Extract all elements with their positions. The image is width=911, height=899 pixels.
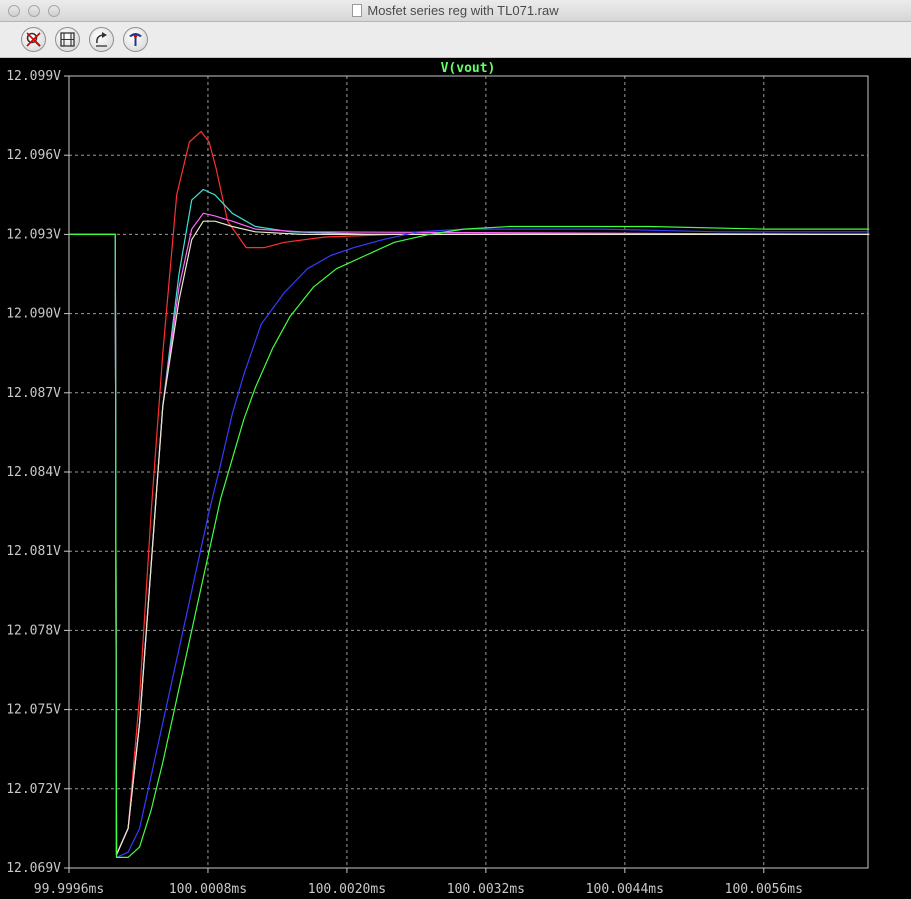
x-tick-label: 100.0032ms bbox=[447, 882, 525, 897]
y-tick-label: 12.093V bbox=[6, 227, 61, 242]
toolbar bbox=[0, 22, 911, 58]
document-icon bbox=[352, 4, 363, 17]
y-tick-label: 12.075V bbox=[6, 703, 61, 718]
undo-zoom-icon bbox=[96, 32, 107, 47]
y-tick-label: 12.099V bbox=[6, 69, 61, 84]
x-tick-label: 100.0056ms bbox=[725, 882, 803, 897]
y-tick-label: 12.087V bbox=[6, 386, 61, 401]
x-tick-label: 100.0044ms bbox=[586, 882, 664, 897]
probe-button[interactable] bbox=[123, 27, 148, 52]
window-title: Mosfet series reg with TL071.raw bbox=[0, 3, 911, 18]
x-tick-label: 99.9996ms bbox=[34, 882, 104, 897]
y-tick-label: 12.081V bbox=[6, 544, 61, 559]
probe-icon bbox=[129, 33, 142, 46]
zoom-cancel-icon bbox=[26, 32, 41, 47]
y-tick-label: 12.072V bbox=[6, 782, 61, 797]
y-tick-label: 12.069V bbox=[6, 861, 61, 876]
autorange-button[interactable] bbox=[55, 27, 80, 52]
plot-background bbox=[0, 58, 911, 899]
undo-zoom-button[interactable] bbox=[89, 27, 114, 52]
window-titlebar: Mosfet series reg with TL071.raw bbox=[0, 0, 911, 22]
y-tick-label: 12.078V bbox=[6, 623, 61, 638]
trace-title[interactable]: V(vout) bbox=[441, 61, 496, 76]
zoom-cancel-button[interactable] bbox=[21, 27, 46, 52]
x-tick-label: 100.0008ms bbox=[169, 882, 247, 897]
waveform-plot[interactable]: 12.069V 12.072V 12.075V 12.078V 12.081V 12.08… bbox=[0, 58, 911, 899]
y-tick-label: 12.084V bbox=[6, 465, 61, 480]
y-tick-label: 12.090V bbox=[6, 307, 61, 322]
x-tick-label: 100.0020ms bbox=[308, 882, 386, 897]
autorange-icon bbox=[60, 32, 75, 47]
y-tick-label: 12.096V bbox=[6, 148, 61, 163]
